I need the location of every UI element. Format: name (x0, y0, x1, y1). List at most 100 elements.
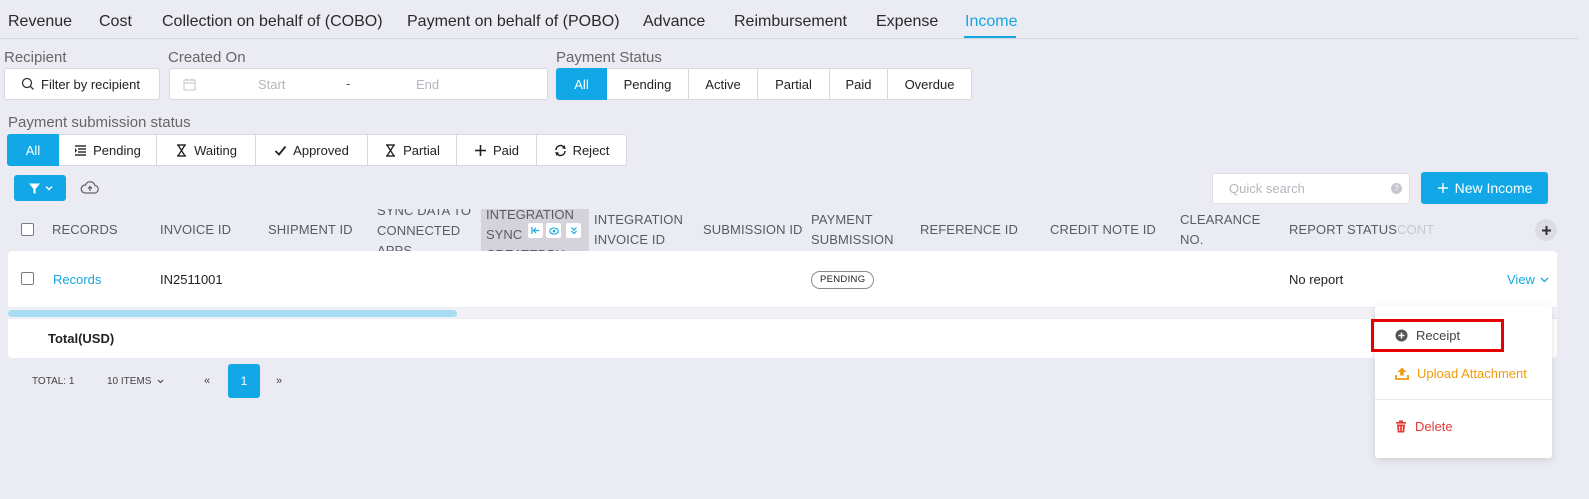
col-submission-id: SUBMISSION ID (703, 222, 803, 237)
chevron-down-icon (45, 186, 52, 191)
row-checkbox[interactable] (21, 272, 34, 285)
view-label: View (1507, 272, 1535, 287)
submission-status-all-label: All (25, 142, 41, 158)
search-icon (21, 77, 34, 90)
col-records: RECORDS (52, 222, 118, 237)
submission-status-paid[interactable]: Paid (457, 134, 537, 166)
submission-status-pending[interactable]: Pending (59, 134, 157, 166)
new-income-label: New Income (1454, 180, 1533, 196)
col-clearance-no: CLEARANCE NO. (1180, 212, 1261, 247)
menu-divider (1375, 399, 1552, 400)
select-all-checkbox[interactable] (21, 223, 34, 236)
submission-status-all[interactable]: All (7, 134, 59, 166)
quick-search-input[interactable]: Quick search ? (1212, 173, 1410, 204)
total-row (8, 318, 1557, 358)
refresh-icon (554, 144, 566, 156)
created-on-label: Created On (168, 49, 246, 66)
double-chevron-down-icon[interactable] (566, 223, 581, 238)
tab-bar: Revenue Cost Collection on behalf of (CO… (0, 0, 1578, 39)
payment-status-active[interactable]: Active (689, 68, 758, 100)
col-cont: CONT (1397, 222, 1435, 237)
col-sync-data-wrap: SYNC DATA TO CONNECTED APPS (377, 209, 477, 251)
submission-status-reject-label: Reject (572, 142, 610, 158)
upload-attachment-label: Upload Attachment (1417, 366, 1527, 381)
submission-status-waiting-label: Waiting (194, 142, 237, 158)
tab-advance[interactable]: Advance (643, 13, 705, 31)
plus-icon (474, 144, 486, 156)
tab-revenue[interactable]: Revenue (8, 13, 72, 31)
add-column-button[interactable] (1535, 219, 1557, 241)
quick-search-placeholder: Quick search (1229, 181, 1305, 196)
plus-icon (1437, 183, 1448, 193)
delete-label: Delete (1415, 419, 1453, 434)
invoice-id-cell: IN2511001 (160, 272, 223, 287)
view-dropdown-button[interactable]: View (1507, 272, 1549, 287)
submission-status-reject[interactable]: Reject (537, 134, 627, 166)
new-income-button[interactable]: New Income (1421, 172, 1548, 204)
submission-status-label: Payment submission status (8, 114, 191, 131)
tab-income[interactable]: Income (965, 13, 1017, 31)
tab-cobo[interactable]: Collection on behalf of (COBO) (162, 13, 383, 31)
delete-menu-item[interactable]: Delete (1395, 419, 1453, 434)
col-integration-sync-createdby: INTEGRATION SYNC CREATEDBY (481, 209, 589, 251)
submission-status-pending-label: Pending (93, 142, 141, 158)
page-size-label: 10 ITEMS (107, 376, 152, 387)
upload-icon (1395, 367, 1409, 380)
receipt-highlight-box (1371, 319, 1504, 352)
list-indent-icon (75, 144, 87, 156)
upload-attachment-menu-item[interactable]: Upload Attachment (1395, 366, 1527, 381)
filter-by-recipient-label: Filter by recipient (41, 76, 140, 92)
col-sync-data: SYNC DATA TO CONNECTED APPS (377, 209, 472, 251)
eye-icon[interactable] (546, 223, 561, 238)
date-separator: - (346, 76, 351, 91)
total-label: Total(USD) (48, 331, 115, 346)
page-size-select[interactable]: 10 ITEMS (107, 376, 164, 387)
payment-status-partial[interactable]: Partial (758, 68, 830, 100)
records-link[interactable]: Records (53, 272, 101, 287)
tab-expense[interactable]: Expense (876, 13, 938, 31)
tab-pobo[interactable]: Payment on behalf of (POBO) (407, 13, 620, 31)
col-payment-submission: PAYMENT SUBMISSION (811, 212, 894, 247)
payment-status-overdue[interactable]: Overdue (888, 68, 972, 100)
payment-status-paid[interactable]: Paid (830, 68, 888, 100)
filter-dropdown-button[interactable] (14, 175, 66, 201)
col-integration-invoice-id: INTEGRATION INVOICE ID (594, 212, 683, 247)
status-badge: PENDING (811, 271, 875, 289)
funnel-icon (28, 183, 40, 194)
tab-reimbursement[interactable]: Reimbursement (734, 13, 847, 31)
calendar-icon (183, 78, 196, 91)
payment-status-segmented: All Pending Active Partial Paid Overdue (556, 68, 972, 100)
help-icon[interactable]: ? (1391, 183, 1402, 194)
submission-status-approved-label: Approved (293, 142, 349, 158)
page-1-button[interactable]: 1 (228, 364, 260, 398)
trash-icon (1396, 420, 1406, 433)
cloud-upload-icon[interactable] (80, 179, 100, 197)
submission-status-approved[interactable]: Approved (256, 134, 368, 166)
chevron-down-icon (157, 379, 164, 384)
chevron-down-icon (1540, 277, 1549, 282)
payment-status-pending[interactable]: Pending (607, 68, 689, 100)
submission-status-waiting[interactable]: Waiting (157, 134, 256, 166)
col-report-status: REPORT STATUS (1289, 222, 1397, 237)
start-date-input[interactable]: Start (258, 77, 285, 92)
next-page-button[interactable]: » (276, 375, 282, 387)
check-icon (275, 145, 287, 156)
end-date-input[interactable]: End (416, 77, 439, 92)
pin-left-icon[interactable] (528, 223, 543, 238)
col-reference-id: REFERENCE ID (920, 222, 1018, 237)
payment-status-label: Payment Status (556, 49, 662, 66)
plus-icon (1541, 225, 1551, 235)
submission-status-partial[interactable]: Partial (368, 134, 457, 166)
horizontal-scrollbar[interactable] (8, 310, 457, 317)
tab-cost[interactable]: Cost (99, 13, 132, 31)
hourglass-icon (177, 143, 187, 157)
report-status-cell: No report (1289, 272, 1344, 287)
filter-by-recipient-button[interactable]: Filter by recipient (4, 68, 160, 100)
submission-status-partial-label: Partial (403, 142, 440, 158)
created-on-date-range[interactable]: Start - End (169, 68, 548, 100)
payment-status-all[interactable]: All (556, 68, 607, 100)
col-shipment-id: SHIPMENT ID (268, 222, 353, 237)
hourglass-icon (386, 143, 396, 157)
prev-page-button[interactable]: « (204, 375, 210, 387)
submission-status-paid-label: Paid (492, 142, 520, 158)
